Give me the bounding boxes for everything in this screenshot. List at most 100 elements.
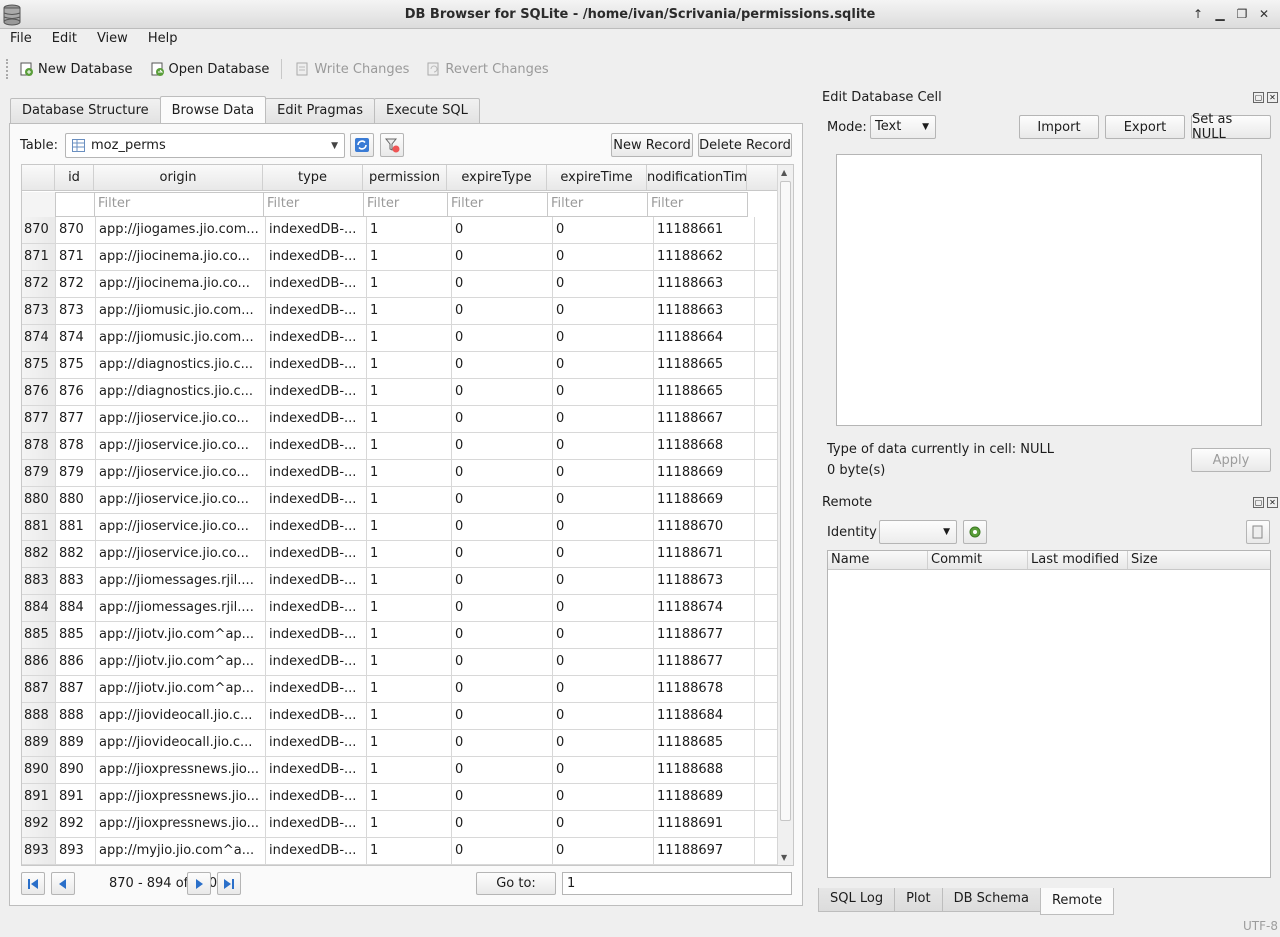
cell-origin[interactable]: app://jioservice.jio.co... <box>96 487 266 513</box>
table-row[interactable]: 882 882 app://jioservice.jio.co... indexedD… <box>22 541 778 568</box>
cell-type[interactable]: indexedDB-... <box>266 514 367 540</box>
cell-expiretime[interactable]: 0 <box>553 379 654 405</box>
filter-input-expiretime[interactable]: Filter <box>547 192 648 217</box>
cell-modificationtime[interactable]: 11188677 <box>654 622 755 648</box>
cell-type[interactable]: indexedDB-... <box>266 433 367 459</box>
cell-permission[interactable]: 1 <box>367 703 452 729</box>
cell-origin[interactable]: app://jiotv.jio.com^ap... <box>96 649 266 675</box>
row-number[interactable]: 892 <box>22 811 56 837</box>
cell-expiretime[interactable]: 0 <box>553 460 654 486</box>
cell-expiretime[interactable]: 0 <box>553 298 654 324</box>
cell-expiretime[interactable]: 0 <box>553 730 654 756</box>
cell-type[interactable]: indexedDB-... <box>266 784 367 810</box>
filter-input-permission[interactable]: Filter <box>363 192 448 217</box>
cell-origin[interactable]: app://jiomessages.rjil.... <box>96 568 266 594</box>
column-header-permission[interactable]: permission <box>363 165 447 190</box>
cell-id[interactable]: 873 <box>56 298 96 324</box>
corner-cell[interactable] <box>22 165 55 190</box>
row-number[interactable]: 887 <box>22 676 56 702</box>
menu-view[interactable]: View <box>87 29 138 49</box>
cell-type[interactable]: indexedDB-... <box>266 298 367 324</box>
cell-expiretype[interactable]: 0 <box>452 298 553 324</box>
cell-permission[interactable]: 1 <box>367 244 452 270</box>
close-window-icon[interactable]: ✕ <box>1254 4 1274 24</box>
tab-browse-data[interactable]: Browse Data <box>159 96 267 123</box>
cell-expiretype[interactable]: 0 <box>452 811 553 837</box>
last-page-button[interactable] <box>217 872 241 895</box>
cell-expiretype[interactable]: 0 <box>452 703 553 729</box>
cell-origin[interactable]: app://jiovideocall.jio.c... <box>96 730 266 756</box>
cell-origin[interactable]: app://jioxpressnews.jio... <box>96 757 266 783</box>
cell-origin[interactable]: app://jiomusic.jio.com... <box>96 298 266 324</box>
cell-id[interactable]: 887 <box>56 676 96 702</box>
open-database-button[interactable]: Open Database <box>141 56 278 82</box>
row-number[interactable]: 890 <box>22 757 56 783</box>
table-row[interactable]: 871 871 app://jiocinema.jio.co... indexedDB… <box>22 244 778 271</box>
cell-origin[interactable]: app://jioservice.jio.co... <box>96 406 266 432</box>
cell-type[interactable]: indexedDB-... <box>266 568 367 594</box>
cell-id[interactable]: 882 <box>56 541 96 567</box>
cell-expiretime[interactable]: 0 <box>553 757 654 783</box>
cell-modificationtime[interactable]: 11188691 <box>654 811 755 837</box>
cell-origin[interactable]: app://jioservice.jio.co... <box>96 460 266 486</box>
cell-type[interactable]: indexedDB-... <box>266 217 367 243</box>
cell-expiretime[interactable]: 0 <box>553 649 654 675</box>
cell-expiretime[interactable]: 0 <box>553 541 654 567</box>
tab-edit-pragmas[interactable]: Edit Pragmas <box>265 98 376 124</box>
identity-select[interactable]: ▼ <box>879 520 957 544</box>
cell-id[interactable]: 872 <box>56 271 96 297</box>
column-header-origin[interactable]: origin <box>94 165 263 190</box>
cell-type[interactable]: indexedDB-... <box>266 838 367 864</box>
cell-permission[interactable]: 1 <box>367 649 452 675</box>
cell-id[interactable]: 884 <box>56 595 96 621</box>
cell-expiretime[interactable]: 0 <box>553 217 654 243</box>
table-row[interactable]: 883 883 app://jiomessages.rjil.... indexedD… <box>22 568 778 595</box>
cell-expiretype[interactable]: 0 <box>452 433 553 459</box>
row-number[interactable]: 881 <box>22 514 56 540</box>
cell-modificationtime[interactable]: 11188689 <box>654 784 755 810</box>
cell-modificationtime[interactable]: 11188677 <box>654 649 755 675</box>
cell-id[interactable]: 890 <box>56 757 96 783</box>
cell-permission[interactable]: 1 <box>367 514 452 540</box>
cell-id[interactable]: 888 <box>56 703 96 729</box>
cell-id[interactable]: 892 <box>56 811 96 837</box>
cell-id[interactable]: 877 <box>56 406 96 432</box>
cell-type[interactable]: indexedDB-... <box>266 703 367 729</box>
cell-type[interactable]: indexedDB-... <box>266 541 367 567</box>
cell-permission[interactable]: 1 <box>367 568 452 594</box>
scroll-down-icon[interactable]: ▼ <box>781 853 787 862</box>
column-header-expiretype[interactable]: expireType <box>447 165 547 190</box>
cell-modificationtime[interactable]: 11188670 <box>654 514 755 540</box>
cell-id[interactable]: 889 <box>56 730 96 756</box>
cell-origin[interactable]: app://jioservice.jio.co... <box>96 514 266 540</box>
next-page-button[interactable] <box>187 872 211 895</box>
row-number[interactable]: 888 <box>22 703 56 729</box>
cell-type[interactable]: indexedDB-... <box>266 622 367 648</box>
table-row[interactable]: 875 875 app://diagnostics.jio.c... indexedD… <box>22 352 778 379</box>
cell-expiretime[interactable]: 0 <box>553 487 654 513</box>
cell-permission[interactable]: 1 <box>367 595 452 621</box>
cell-type[interactable]: indexedDB-... <box>266 595 367 621</box>
cell-id[interactable]: 875 <box>56 352 96 378</box>
cell-expiretype[interactable]: 0 <box>452 595 553 621</box>
cell-permission[interactable]: 1 <box>367 811 452 837</box>
row-number[interactable]: 871 <box>22 244 56 270</box>
remote-column-name[interactable]: Name <box>828 551 928 569</box>
cell-expiretype[interactable]: 0 <box>452 460 553 486</box>
cell-type[interactable]: indexedDB-... <box>266 757 367 783</box>
cell-permission[interactable]: 1 <box>367 298 452 324</box>
cell-expiretype[interactable]: 0 <box>452 217 553 243</box>
cell-expiretime[interactable]: 0 <box>553 676 654 702</box>
row-number[interactable]: 884 <box>22 595 56 621</box>
cell-modificationtime[interactable]: 11188673 <box>654 568 755 594</box>
table-row[interactable]: 890 890 app://jioxpressnews.jio... indexedD… <box>22 757 778 784</box>
cell-type[interactable]: indexedDB-... <box>266 352 367 378</box>
cell-modificationtime[interactable]: 11188685 <box>654 730 755 756</box>
row-number[interactable]: 891 <box>22 784 56 810</box>
tab-plot[interactable]: Plot <box>894 888 943 912</box>
table-row[interactable]: 876 876 app://diagnostics.jio.c... indexedD… <box>22 379 778 406</box>
write-changes-button[interactable]: Write Changes <box>286 56 417 82</box>
cell-permission[interactable]: 1 <box>367 784 452 810</box>
cell-modificationtime[interactable]: 11188684 <box>654 703 755 729</box>
scroll-up-icon[interactable]: ▲ <box>781 168 787 177</box>
